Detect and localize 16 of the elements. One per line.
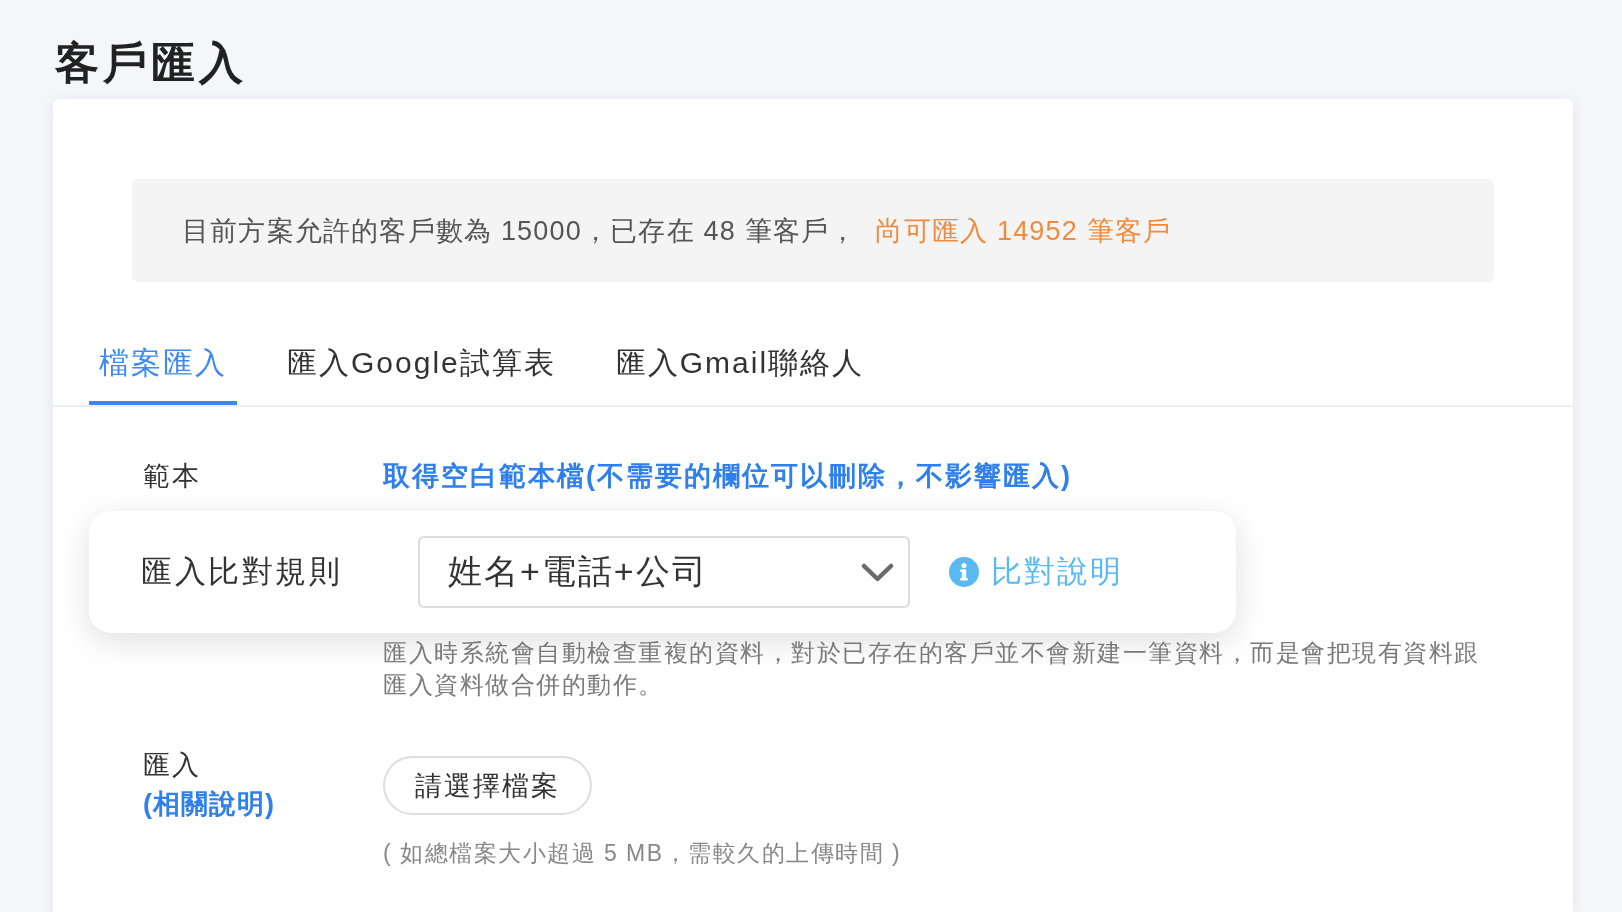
match-rule-dropdown[interactable]: 姓名+電話+公司 [418, 536, 910, 608]
template-label: 範本 [143, 460, 202, 493]
quota-text: 目前方案允許的客戶數為 15000，已存在 48 筆客戶， [182, 214, 858, 248]
tab[interactable]: 匯入Gmail聯絡人 [605, 327, 875, 405]
match-rule-description: 匯入時系統會自動檢查重複的資料，對於已存在的客戶並不會新建一筆資料，而是會把現有資料跟匯入資料做合併的動作。 [383, 638, 1481, 700]
import-help-link[interactable]: (相關說明) [143, 785, 275, 824]
tab[interactable]: 匯入Google試算表 [277, 327, 566, 405]
remaining-quota-text: 尚可匯入 14952 筆客戶 [875, 214, 1172, 248]
file-size-note: ( 如總檔案大小超過 5 MB，需較久的上傳時間 ) [383, 839, 902, 868]
chevron-down-icon [861, 562, 894, 582]
import-label: 匯入 [143, 749, 201, 782]
choose-file-button[interactable]: 請選擇檔案 [383, 756, 592, 815]
info-icon [949, 557, 979, 587]
page-title: 客戶匯入 [55, 37, 247, 89]
template-download-link[interactable]: 取得空白範本檔(不需要的欄位可以刪除，不影響匯入) [383, 458, 1072, 494]
match-rule-label: 匯入比對規則 [141, 553, 343, 591]
